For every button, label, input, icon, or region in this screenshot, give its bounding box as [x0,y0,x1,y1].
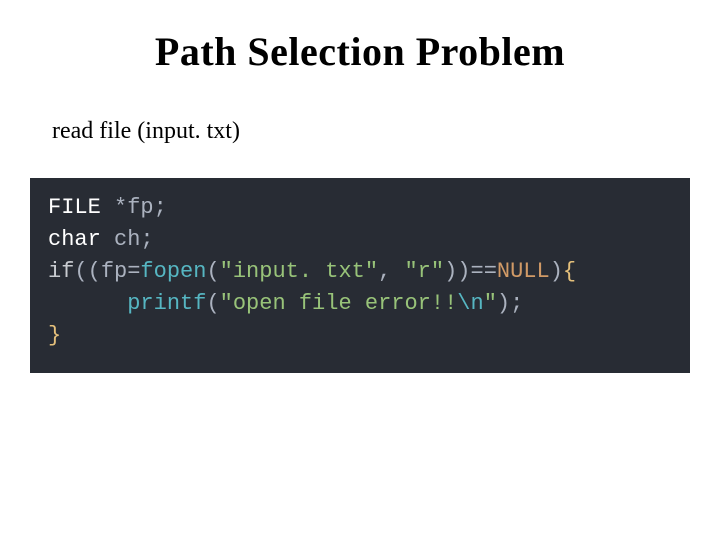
code-token-semi: ; [140,227,153,252]
slide-subtitle: read file (input. txt) [52,118,240,145]
code-token-star: * [114,195,127,220]
code-token-brace: { [563,259,576,284]
code-token-string: " [484,291,497,316]
code-token-punct: ( [206,291,219,316]
code-token-ident: fp [127,195,153,220]
code-token-punct: , [378,259,404,284]
code-token-escape: \n [457,291,483,316]
code-token-func: fopen [140,259,206,284]
code-token-func: printf [127,291,206,316]
slide: Path Selection Problem read file (input.… [0,0,720,540]
code-token-keyword: if [48,259,74,284]
code-token-brace: } [48,323,61,348]
code-token-punct: = [127,259,140,284]
code-indent [48,291,127,316]
code-token-semi: ; [154,195,167,220]
code-token-ident: ch [114,227,140,252]
code-token-type: char [48,227,101,252]
code-token-string: "open file error!! [220,291,458,316]
slide-title: Path Selection Problem [0,28,720,75]
code-token-string: "input. txt" [220,259,378,284]
code-token-ident: fp [101,259,127,284]
code-token-const: NULL [497,259,550,284]
code-block: FILE *fp; char ch; if((fp=fopen("input. … [30,178,690,373]
code-token-punct: ) [550,259,563,284]
code-token-punct: ( [206,259,219,284]
code-token-punct: ))== [444,259,497,284]
code-token-punct: (( [74,259,100,284]
code-token-type: FILE [48,195,101,220]
code-token-punct: ); [497,291,523,316]
code-token-string: "r" [404,259,444,284]
